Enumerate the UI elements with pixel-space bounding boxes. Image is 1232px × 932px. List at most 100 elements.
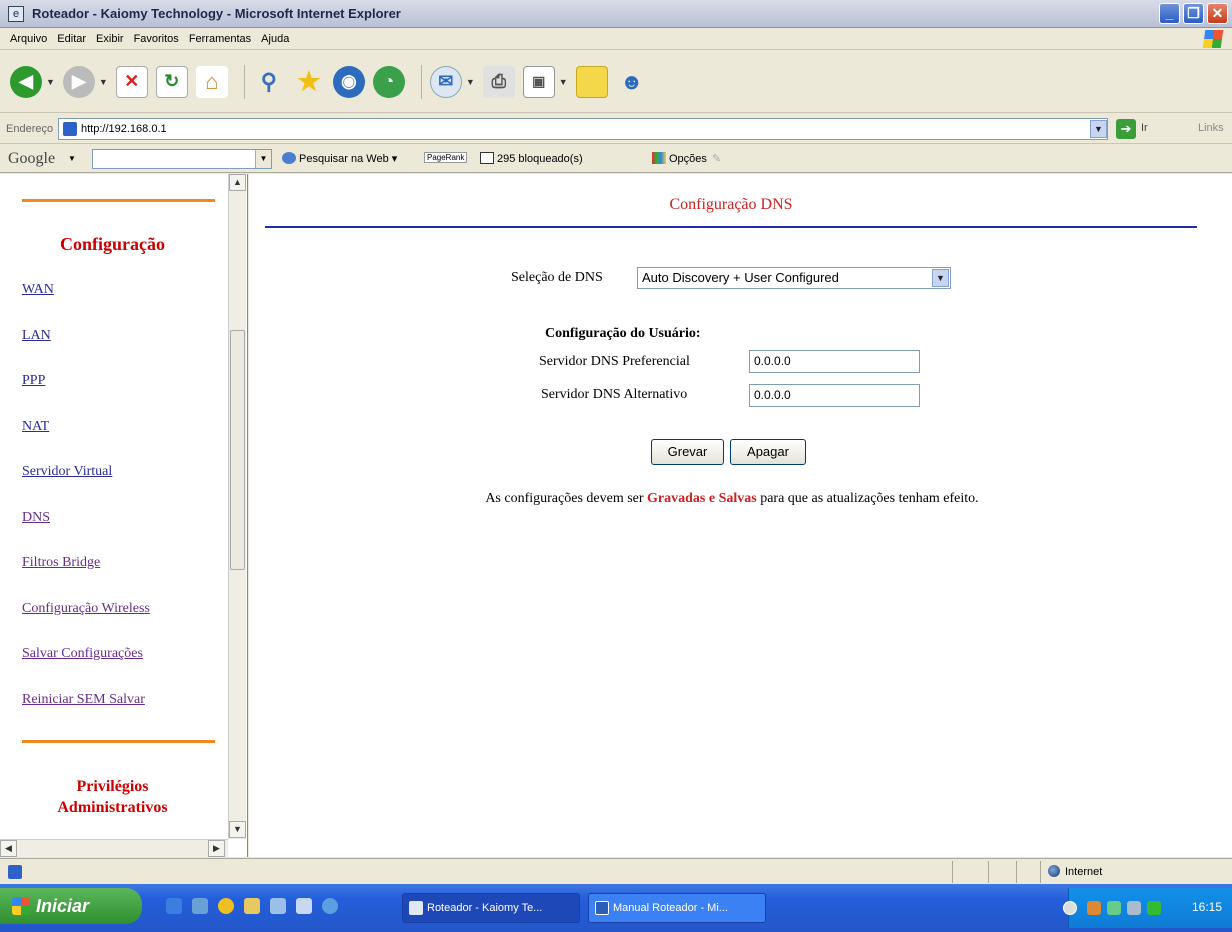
scroll-right-icon[interactable]: ▶ bbox=[208, 840, 225, 857]
windows-logo-icon bbox=[1202, 30, 1224, 48]
tray-expand-icon[interactable] bbox=[1063, 901, 1077, 915]
mail-icon[interactable]: ✉ bbox=[429, 65, 462, 98]
alternate-dns-input[interactable]: 0.0.0.0 bbox=[749, 384, 920, 407]
options-button[interactable]: Opções bbox=[652, 152, 707, 165]
back-icon[interactable]: ◀ bbox=[10, 65, 42, 98]
forward-dropdown-icon[interactable]: ▼ bbox=[99, 77, 108, 87]
nav-link-configuracao-wireless[interactable]: Configuração Wireless bbox=[22, 601, 150, 617]
quicklaunch-ie-icon[interactable] bbox=[166, 898, 182, 914]
menu-ajuda[interactable]: Ajuda bbox=[261, 33, 289, 45]
start-button[interactable]: Iniciar bbox=[0, 888, 142, 924]
mail-dropdown-icon[interactable]: ▼ bbox=[466, 77, 475, 87]
taskbar-item-manual[interactable]: Manual Roteador - Mi... bbox=[588, 893, 766, 923]
address-url: http://192.168.0.1 bbox=[81, 123, 167, 135]
google-search-dropdown-icon[interactable]: ▼ bbox=[255, 150, 271, 168]
address-bar: Endereço http://192.168.0.1 ▼ ➔ Ir Links bbox=[0, 114, 1232, 144]
menu-favoritos[interactable]: Favoritos bbox=[134, 33, 179, 45]
nav-link-reiniciar-sem-salvar[interactable]: Reiniciar SEM Salvar bbox=[22, 692, 145, 708]
forward-icon[interactable]: ▶ bbox=[62, 65, 95, 98]
scroll-left-icon[interactable]: ◀ bbox=[0, 840, 17, 857]
nav-link-filtros-bridge[interactable]: Filtros Bridge bbox=[22, 555, 100, 571]
menu-arquivo[interactable]: Arquivo bbox=[10, 33, 47, 45]
pagerank-label: PageRank bbox=[424, 152, 468, 163]
address-input[interactable]: http://192.168.0.1 ▼ bbox=[58, 118, 1108, 140]
system-tray: 16:15 bbox=[1063, 888, 1232, 928]
alternate-dns-label: Servidor DNS Alternativo bbox=[541, 387, 688, 402]
nav-link-lan[interactable]: LAN bbox=[22, 328, 51, 344]
orange-divider bbox=[22, 740, 215, 743]
quicklaunch-media-icon[interactable] bbox=[192, 898, 208, 914]
home-icon[interactable]: ⌂ bbox=[195, 65, 228, 98]
save-note: As configurações devem ser Gravadas e Sa… bbox=[249, 491, 1215, 507]
google-logo[interactable]: Google bbox=[8, 150, 55, 168]
messenger-icon[interactable]: ☻ bbox=[616, 66, 648, 98]
address-dropdown-icon[interactable]: ▼ bbox=[1090, 120, 1107, 138]
preferred-dns-input[interactable]: 0.0.0.0 bbox=[749, 350, 920, 373]
maximize-button[interactable]: ❐ bbox=[1183, 3, 1204, 24]
menu-editar[interactable]: Editar bbox=[57, 33, 86, 45]
scroll-thumb[interactable] bbox=[230, 330, 245, 570]
go-button[interactable]: Ir bbox=[1141, 122, 1148, 134]
tray-volume-icon[interactable] bbox=[1127, 901, 1141, 915]
ie-page-icon: e bbox=[8, 5, 24, 22]
popup-blocker-button[interactable]: 295 bloqueado(s) bbox=[480, 152, 583, 165]
taskbar-item-roteador[interactable]: Roteador - Kaiomy Te... bbox=[402, 893, 580, 923]
nav-link-wan[interactable]: WAN bbox=[22, 282, 54, 298]
quicklaunch-messenger-icon[interactable] bbox=[322, 898, 338, 914]
clear-button[interactable]: Apagar bbox=[730, 439, 806, 465]
stop-icon[interactable]: ✕ bbox=[115, 65, 148, 98]
note-text-after: para que as atualizações tenham efeito. bbox=[756, 491, 979, 506]
minimize-button[interactable]: _ bbox=[1159, 3, 1180, 24]
nav-link-servidor-virtual[interactable]: Servidor Virtual bbox=[22, 464, 112, 480]
nav-link-nat[interactable]: NAT bbox=[22, 419, 49, 435]
blocked-count: 295 bloqueado(s) bbox=[497, 153, 583, 165]
google-menu-icon[interactable]: ▼ bbox=[68, 154, 76, 163]
back-dropdown-icon[interactable]: ▼ bbox=[46, 77, 55, 87]
orange-divider bbox=[22, 199, 215, 202]
tray-security-icon[interactable] bbox=[1087, 901, 1101, 915]
nav-link-dns[interactable]: DNS bbox=[22, 510, 50, 526]
page-icon bbox=[63, 122, 77, 136]
refresh-icon[interactable]: ↻ bbox=[155, 65, 188, 98]
main-content-frame: Configuração DNS Seleção de DNS Auto Dis… bbox=[249, 174, 1232, 857]
links-button[interactable]: Links bbox=[1198, 122, 1224, 134]
google-search-input[interactable]: ▼ bbox=[92, 149, 272, 169]
print-icon[interactable]: ⎙ bbox=[482, 65, 515, 98]
go-arrow-icon[interactable]: ➔ bbox=[1116, 119, 1136, 139]
search-web-button[interactable]: Pesquisar na Web ▾ bbox=[282, 152, 397, 165]
menu-exibir[interactable]: Exibir bbox=[96, 33, 124, 45]
scroll-up-icon[interactable]: ▲ bbox=[229, 174, 246, 191]
task-label: Roteador - Kaiomy Te... bbox=[427, 902, 543, 914]
chevron-down-icon[interactable]: ▼ bbox=[932, 269, 949, 287]
nav-link-ppp[interactable]: PPP bbox=[22, 373, 45, 389]
tray-messenger-icon[interactable] bbox=[1147, 901, 1161, 915]
left-frame-vertical-scrollbar[interactable]: ▲ ▼ bbox=[228, 174, 246, 839]
section-title-administrativos: Administrativos bbox=[57, 799, 168, 816]
scroll-down-icon[interactable]: ▼ bbox=[229, 821, 246, 838]
quicklaunch-player-icon[interactable] bbox=[218, 898, 234, 914]
section-title-configuracao: Configuração bbox=[60, 234, 165, 254]
address-label: Endereço bbox=[6, 122, 54, 135]
quicklaunch-desktop-icon[interactable] bbox=[270, 898, 286, 914]
favorites-star-icon[interactable]: ★ bbox=[293, 66, 325, 98]
media-icon[interactable]: ◉ bbox=[332, 65, 365, 98]
search-icon[interactable]: ⚲ bbox=[253, 66, 285, 98]
dns-selection-select[interactable]: Auto Discovery + User Configured ▼ bbox=[637, 267, 951, 289]
edit-icon[interactable]: ▣ bbox=[522, 65, 555, 98]
left-frame-horizontal-scrollbar[interactable]: ◀ ▶ bbox=[0, 839, 228, 857]
save-button[interactable]: Grevar bbox=[651, 439, 724, 465]
history-icon[interactable]: ◔ bbox=[372, 65, 405, 98]
quicklaunch-notepad-icon[interactable] bbox=[296, 898, 312, 914]
highlighter-icon[interactable]: ✎ bbox=[712, 152, 721, 165]
standard-toolbar: ◀ ▼ ▶ ▼ ✕ ↻ ⌂ ⚲ ★ ◉ ◔ ✉ ▼ ⎙ ▣ ▼ ☻ bbox=[0, 51, 1232, 113]
notes-icon[interactable] bbox=[575, 65, 608, 98]
menu-ferramentas[interactable]: Ferramentas bbox=[189, 33, 251, 45]
edit-dropdown-icon[interactable]: ▼ bbox=[559, 77, 568, 87]
taskbar: Iniciar Roteador - Kaiomy Te... Manual R… bbox=[0, 884, 1232, 932]
section-title-privilegios: Privilégios bbox=[76, 778, 149, 795]
nav-link-salvar-configuracoes[interactable]: Salvar Configurações bbox=[22, 646, 143, 662]
quicklaunch-folder-icon[interactable] bbox=[244, 898, 260, 914]
google-toolbar: Google ▼ ▼ Pesquisar na Web ▾ PageRank 2… bbox=[0, 145, 1232, 173]
tray-network-icon[interactable] bbox=[1107, 901, 1121, 915]
close-button[interactable]: ✕ bbox=[1207, 3, 1228, 24]
